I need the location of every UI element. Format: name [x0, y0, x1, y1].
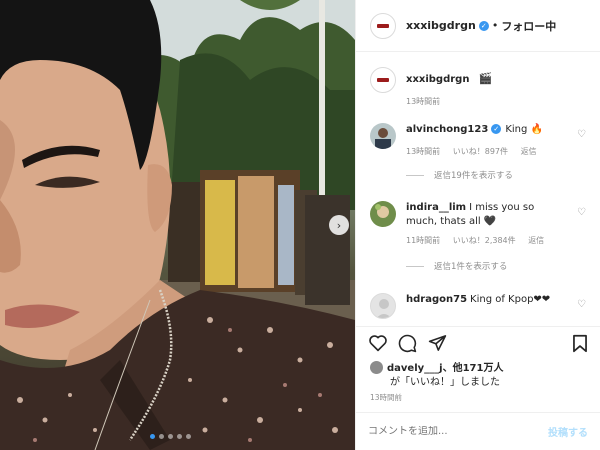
comment-item: alvinchong123 ✓ King 🔥 13時間前 いいね！897件 返信 ♡… [370, 123, 590, 181]
carousel-indicator [150, 434, 191, 439]
comment-likes[interactable]: いいね！897件 [453, 147, 508, 156]
follow-separator: • [491, 19, 499, 32]
post-modal: › xxxibgdrgn ✓ • フォロー中 xxxibgdrgn 🎬 13時間… [0, 0, 600, 450]
comment-icon[interactable] [398, 334, 417, 353]
add-comment-bar: 投稿する [356, 412, 600, 450]
next-photo-button[interactable]: › [329, 215, 349, 235]
reply-button[interactable]: 返信 [528, 236, 544, 245]
bookmark-icon[interactable] [572, 334, 588, 353]
view-replies-label: 返信19件を表示する [434, 171, 513, 181]
post-timestamp[interactable]: 13時間前 [370, 392, 402, 403]
caption-avatar[interactable] [370, 67, 396, 93]
carousel-dot [168, 434, 173, 439]
next-arrow-icon: › [336, 218, 342, 232]
commenter-avatar[interactable] [370, 293, 396, 319]
view-replies-button[interactable]: 返信1件を表示する [406, 260, 590, 272]
comment-text: King of Kpop❤❤ [470, 294, 551, 305]
author-avatar[interactable] [370, 12, 396, 39]
heart-icon[interactable] [368, 334, 388, 352]
comments-list[interactable]: xxxibgdrgn 🎬 13時間前 alvinchong123 ✓ King 🔥 … [356, 53, 600, 325]
caption-username[interactable]: xxxibgdrgn [406, 74, 469, 85]
following-button[interactable]: フォロー中 [501, 18, 556, 34]
reply-button[interactable]: 返信 [521, 147, 537, 156]
commenter-username[interactable]: indira__lim [406, 202, 466, 213]
commenter-avatar[interactable] [370, 123, 396, 149]
verified-icon: ✓ [491, 124, 502, 134]
author-username[interactable]: xxxibgdrgn [406, 19, 476, 32]
selfie-image [0, 0, 355, 450]
carousel-dot [159, 434, 164, 439]
liker-avatar[interactable] [370, 361, 383, 374]
post-comment-button[interactable]: 投稿する [548, 424, 588, 439]
post-photo[interactable]: › [0, 0, 355, 450]
caption-time: 13時間前 [406, 97, 441, 106]
view-replies-label: 返信1件を表示する [434, 262, 508, 272]
commenter-avatar[interactable] [370, 201, 396, 227]
share-icon[interactable] [428, 334, 447, 352]
likes-summary: davely___j、他171万人 [370, 359, 590, 374]
comment-like-heart-icon[interactable]: ♡ [577, 299, 586, 310]
likes-suffix: が「いいね！」しました [390, 377, 500, 388]
comment-likes[interactable]: いいね！2,384件 [453, 236, 516, 245]
comment-time: 13時間前 [406, 147, 441, 156]
post-side-panel: xxxibgdrgn ✓ • フォロー中 xxxibgdrgn 🎬 13時間前 [355, 0, 600, 450]
carousel-dot [177, 434, 182, 439]
clapper-emoji: 🎬 [478, 72, 493, 85]
commenter-username[interactable]: alvinchong123 [406, 124, 488, 135]
comment-input[interactable] [368, 426, 518, 437]
commenter-username[interactable]: hdragon75 [406, 294, 467, 305]
comment-time: 11時間前 [406, 236, 441, 245]
view-replies-button[interactable]: 返信19件を表示する [406, 169, 590, 181]
caption: xxxibgdrgn 🎬 13時間前 [370, 67, 590, 107]
comment-text: King 🔥 [505, 124, 543, 135]
comment-item: hdragon75 King of Kpop❤❤ ♡ [370, 293, 590, 319]
action-bar [356, 326, 600, 356]
carousel-dot-active [150, 434, 155, 439]
comment-item: indira__lim I miss you so much, thats all… [370, 201, 590, 272]
comment-like-heart-icon[interactable]: ♡ [577, 129, 586, 140]
post-header: xxxibgdrgn ✓ • フォロー中 [356, 0, 600, 52]
verified-icon: ✓ [478, 20, 489, 31]
carousel-dot [186, 434, 191, 439]
comment-like-heart-icon[interactable]: ♡ [577, 207, 586, 218]
